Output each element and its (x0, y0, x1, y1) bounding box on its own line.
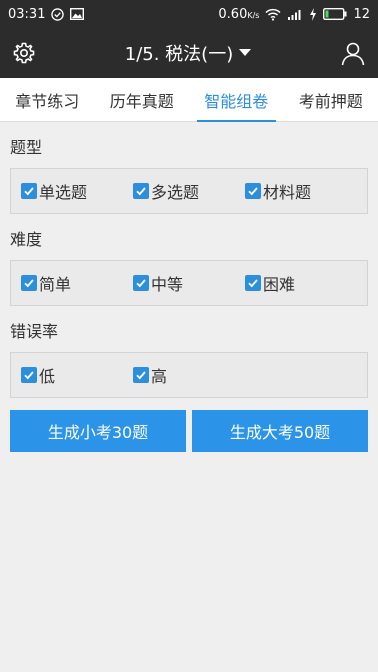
type-options: 单选题 多选题 材料题 (10, 168, 368, 214)
tab-bar: 章节练习 历年真题 智能组卷 考前押题 (0, 78, 378, 122)
checkbox-checked-icon (245, 183, 261, 199)
smart-paper-panel: 题型 单选题 多选题 材料题 难度 简单 中等 困难 错误率 低 高 生成小考3… (0, 122, 378, 452)
tab-past-exams[interactable]: 历年真题 (95, 78, 190, 121)
section-title-difficulty: 难度 (10, 230, 43, 249)
option-label: 单选题 (39, 183, 88, 202)
caret-down-icon (239, 49, 252, 57)
checkbox-checked-icon (21, 275, 37, 291)
signal-icon (287, 8, 303, 21)
checkbox-single-choice[interactable]: 单选题 (21, 179, 133, 203)
checkbox-material[interactable]: 材料题 (245, 179, 357, 203)
page-title: 1/5. 税法(一) (124, 44, 234, 65)
subject-selector[interactable]: 1/5. 税法(一) (124, 40, 252, 66)
checkbox-checked-icon (133, 275, 149, 291)
tab-chapter-practice[interactable]: 章节练习 (0, 78, 95, 121)
checkbox-checked-icon (21, 183, 37, 199)
section-title-type: 题型 (10, 138, 43, 157)
checkbox-high[interactable]: 高 (133, 363, 245, 387)
option-label: 中等 (151, 275, 184, 294)
option-label: 低 (39, 367, 56, 386)
tab-smart-paper[interactable]: 智能组卷 (189, 78, 284, 122)
checkbox-checked-icon (133, 367, 149, 383)
check-circle-icon (51, 7, 65, 21)
checkbox-easy[interactable]: 简单 (21, 271, 133, 295)
app-bar: 1/5. 税法(一) (0, 28, 378, 78)
battery-level: 12 (353, 6, 370, 22)
checkbox-medium[interactable]: 中等 (133, 271, 245, 295)
option-label: 简单 (39, 275, 72, 294)
option-label: 高 (151, 367, 168, 386)
option-label: 多选题 (151, 183, 200, 202)
checkbox-checked-icon (245, 275, 261, 291)
checkbox-checked-icon (133, 183, 149, 199)
charging-icon (309, 7, 317, 21)
difficulty-options: 简单 中等 困难 (10, 260, 368, 306)
user-icon[interactable] (340, 40, 366, 66)
checkbox-low[interactable]: 低 (21, 363, 133, 387)
battery-icon (323, 8, 347, 20)
error-rate-options: 低 高 (10, 352, 368, 398)
generate-buttons: 生成小考30题 生成大考50题 (10, 410, 368, 452)
generate-small-exam-button[interactable]: 生成小考30题 (10, 410, 186, 452)
image-icon (70, 8, 85, 20)
checkbox-multiple-choice[interactable]: 多选题 (133, 179, 245, 203)
option-label: 困难 (263, 275, 296, 294)
generate-big-exam-button[interactable]: 生成大考50题 (192, 410, 368, 452)
wifi-icon (265, 8, 281, 21)
status-bar: 03:31 0.60K/s 12 (0, 0, 378, 28)
option-label: 材料题 (263, 183, 312, 202)
checkbox-hard[interactable]: 困难 (245, 271, 357, 295)
gear-icon[interactable] (12, 41, 36, 65)
tab-pre-exam[interactable]: 考前押题 (284, 78, 378, 121)
checkbox-checked-icon (21, 367, 37, 383)
network-speed: 0.60K/s (218, 6, 260, 22)
section-title-error-rate: 错误率 (10, 322, 59, 341)
status-time: 03:31 (8, 6, 46, 22)
